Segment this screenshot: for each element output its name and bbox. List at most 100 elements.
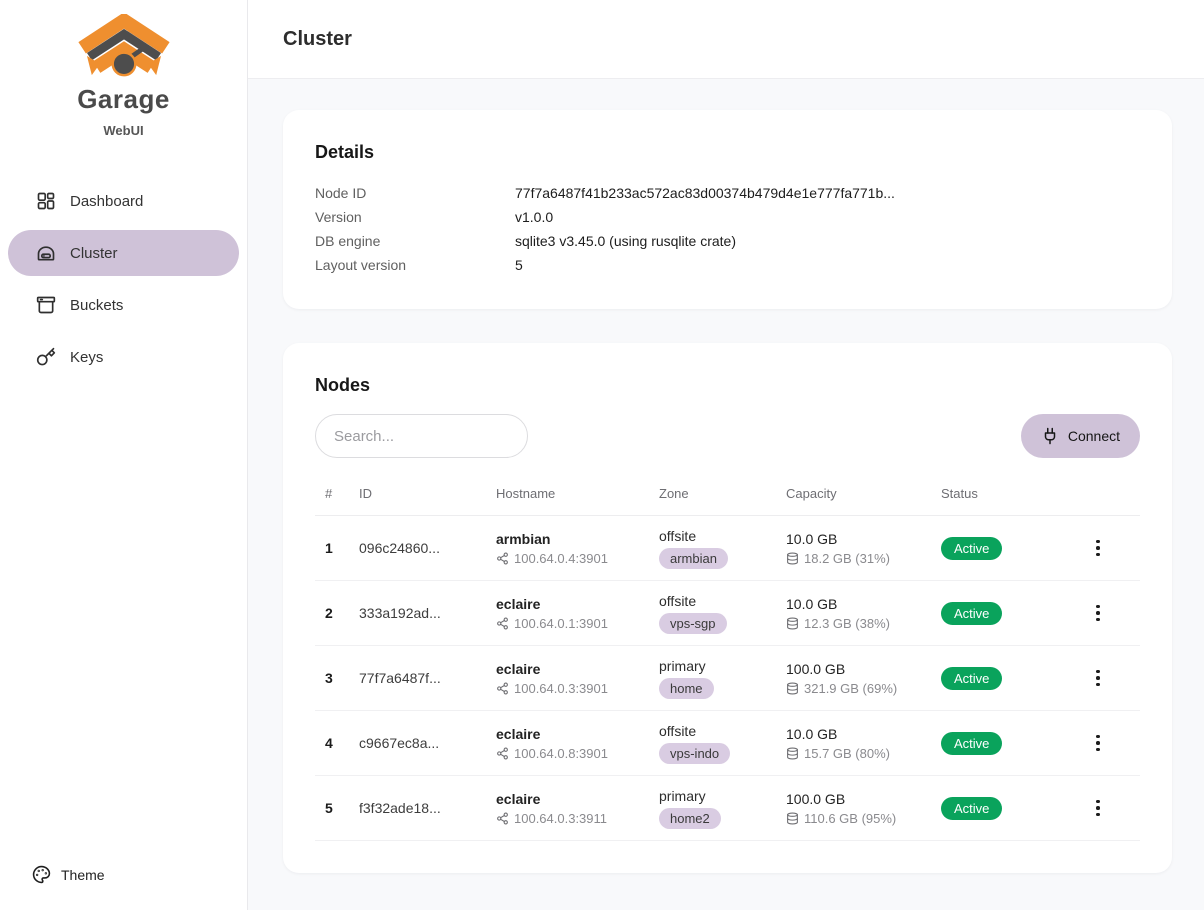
row-menu-button[interactable]	[1088, 729, 1108, 758]
database-icon	[786, 552, 799, 565]
detail-value: sqlite3 v3.45.0 (using rusqlite crate)	[515, 229, 1140, 253]
content: Details Node ID77f7a6487f41b233ac572ac83…	[248, 79, 1204, 910]
status-badge: Active	[941, 537, 1002, 560]
database-icon	[786, 617, 799, 630]
table-header: # ID Hostname Zone Capacity Status	[315, 480, 1140, 516]
page-title: Cluster	[283, 28, 352, 51]
theme-button[interactable]: Theme	[0, 855, 105, 894]
hostname-cell: eclaire100.64.0.3:3911	[496, 791, 659, 826]
zone-cell: offsite armbian	[659, 528, 786, 569]
status-cell: Active	[941, 602, 1056, 625]
node-number: 3	[315, 670, 359, 686]
app-window: Garage WebUI Dashboard Cluster Buckets Keys…	[0, 0, 1204, 910]
node-number: 5	[315, 800, 359, 816]
node-id: 77f7a6487f...	[359, 670, 496, 686]
capacity-usage-text: 110.6 GB (95%)	[804, 811, 896, 826]
zone-badge: home	[659, 678, 714, 699]
zone-name: offsite	[659, 528, 786, 544]
sidebar-item-label: Buckets	[70, 297, 123, 314]
node-address: 100.64.0.3:3901	[496, 681, 659, 696]
capacity-usage: 15.7 GB (80%)	[786, 746, 941, 761]
detail-value: 77f7a6487f41b233ac572ac83d00374b479d4e1e…	[515, 181, 1140, 205]
main-area: Cluster Details Node ID77f7a6487f41b233a…	[248, 0, 1204, 910]
actions-cell	[1056, 599, 1140, 628]
detail-label: Version	[315, 205, 515, 229]
sidebar-item-cluster[interactable]: Cluster	[8, 230, 239, 276]
detail-row: Layout version5	[315, 253, 1140, 277]
hostname-cell: eclaire100.64.0.1:3901	[496, 596, 659, 631]
nodes-card: Nodes Connect # ID Hostname Zo	[283, 343, 1172, 873]
detail-label: Node ID	[315, 181, 515, 205]
sidebar-item-buckets[interactable]: Buckets	[8, 282, 239, 328]
search-input[interactable]	[315, 414, 528, 458]
detail-label: DB engine	[315, 229, 515, 253]
node-address-text: 100.64.0.8:3901	[514, 746, 608, 761]
plug-icon	[1041, 427, 1059, 445]
col-header-capacity: Capacity	[786, 486, 941, 501]
col-header-hostname: Hostname	[496, 486, 659, 501]
share-icon	[496, 552, 509, 565]
details-title: Details	[315, 142, 1140, 163]
capacity-cell: 10.0 GB18.2 GB (31%)	[786, 531, 941, 566]
sidebar-bottom: Theme	[0, 855, 247, 910]
brand-subtitle: WebUI	[0, 123, 247, 138]
keys-icon	[36, 347, 56, 367]
zone-badge: armbian	[659, 548, 728, 569]
capacity-usage: 321.9 GB (69%)	[786, 681, 941, 696]
zone-cell: primary home	[659, 658, 786, 699]
node-hostname: eclaire	[496, 726, 659, 742]
detail-row: DB enginesqlite3 v3.45.0 (using rusqlite…	[315, 229, 1140, 253]
connect-button[interactable]: Connect	[1021, 414, 1140, 458]
capacity-total: 10.0 GB	[786, 596, 941, 612]
node-address: 100.64.0.4:3901	[496, 551, 659, 566]
details-card: Details Node ID77f7a6487f41b233ac572ac83…	[283, 110, 1172, 309]
actions-cell	[1056, 664, 1140, 693]
table-row: 1096c24860...armbian100.64.0.4:3901offsi…	[315, 516, 1140, 581]
capacity-total: 10.0 GB	[786, 726, 941, 742]
capacity-usage: 18.2 GB (31%)	[786, 551, 941, 566]
sidebar-item-label: Keys	[70, 349, 103, 366]
detail-label: Layout version	[315, 253, 515, 277]
node-number: 2	[315, 605, 359, 621]
nodes-title: Nodes	[315, 375, 1140, 396]
detail-row: Versionv1.0.0	[315, 205, 1140, 229]
capacity-cell: 10.0 GB 15.7 GB (80%)	[786, 726, 941, 761]
zone-name: primary	[659, 658, 786, 674]
sidebar-item-dashboard[interactable]: Dashboard	[8, 178, 239, 224]
share-icon	[496, 747, 509, 760]
sidebar-item-label: Dashboard	[70, 193, 143, 210]
table-row: 5f3f32ade18...eclaire100.64.0.3:3911prim…	[315, 776, 1140, 841]
palette-icon	[32, 865, 51, 884]
dashboard-icon	[36, 191, 56, 211]
detail-value: 5	[515, 253, 1140, 277]
share-icon	[496, 812, 509, 825]
detail-row: Node ID77f7a6487f41b233ac572ac83d00374b4…	[315, 181, 1140, 205]
connect-label: Connect	[1068, 428, 1120, 444]
col-header-zone: Zone	[659, 486, 786, 501]
node-hostname: eclaire	[496, 661, 659, 677]
cluster-icon	[36, 243, 56, 263]
capacity-usage-text: 12.3 GB (38%)	[804, 616, 890, 631]
hostname-cell: eclaire 100.64.0.8:3901	[496, 726, 659, 761]
table-row: 377f7a6487f...eclaire 100.64.0.3:3901 prim…	[315, 646, 1140, 711]
zone-cell: offsitevps-indo	[659, 723, 786, 764]
node-address-text: 100.64.0.3:3901	[514, 681, 608, 696]
node-number: 1	[315, 540, 359, 556]
row-menu-button[interactable]	[1088, 599, 1108, 628]
row-menu-button[interactable]	[1088, 664, 1108, 693]
node-address: 100.64.0.8:3901	[496, 746, 659, 761]
row-menu-button[interactable]	[1088, 534, 1108, 563]
theme-label: Theme	[61, 867, 105, 883]
capacity-usage: 12.3 GB (38%)	[786, 616, 941, 631]
actions-cell	[1056, 534, 1140, 563]
status-badge: Active	[941, 732, 1002, 755]
status-cell: Active	[941, 732, 1056, 755]
node-address: 100.64.0.1:3901	[496, 616, 659, 631]
sidebar-item-label: Cluster	[70, 245, 118, 262]
node-hostname: armbian	[496, 531, 659, 547]
actions-cell	[1056, 794, 1140, 823]
brand-name: Garage	[0, 84, 247, 115]
sidebar-item-keys[interactable]: Keys	[8, 334, 239, 380]
table-row: 2333a192ad...eclaire100.64.0.1:3901offsi…	[315, 581, 1140, 646]
row-menu-button[interactable]	[1088, 794, 1108, 823]
